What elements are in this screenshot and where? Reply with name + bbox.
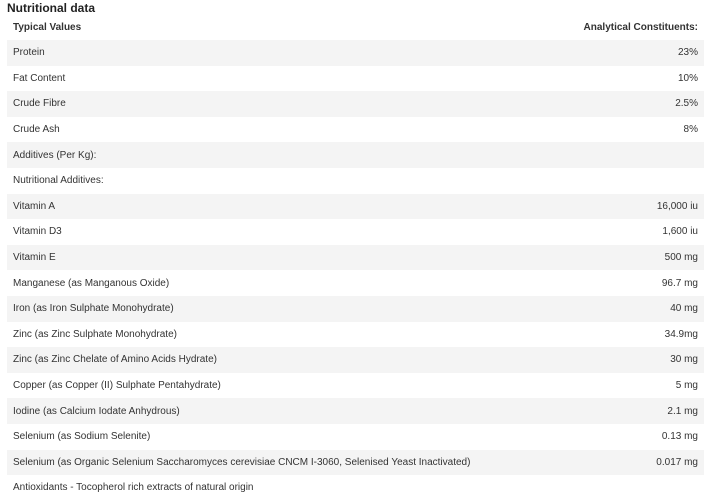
table-row: Iodine (as Calcium Iodate Anhydrous) 2.1 … <box>7 398 704 424</box>
row-value <box>539 475 704 501</box>
row-value: 30 mg <box>670 354 698 366</box>
table-body: Protein 23% Fat Content 10% Crude Fibre 2.5% C… <box>7 40 704 501</box>
row-value: 0.017 mg <box>656 456 698 468</box>
row-label: Manganese (as Manganous Oxide) <box>13 277 170 289</box>
table-row: Vitamin D3 1,600 iu <box>7 219 704 245</box>
row-value: 0.13 mg <box>661 431 698 443</box>
row-value: 10% <box>677 72 698 84</box>
section-title: Nutritional data <box>7 1 96 15</box>
row-label: Vitamin E <box>13 252 56 264</box>
table-row: Crude Fibre 2.5% <box>7 91 704 117</box>
row-label: Additives (Per Kg): <box>13 149 97 161</box>
row-label: Vitamin D3 <box>13 226 62 238</box>
row-value: 2.1 mg <box>667 405 698 417</box>
row-value: 5 mg <box>675 380 698 392</box>
table-row: Fat Content 10% <box>7 65 704 92</box>
row-label: Copper (as Copper (II) Sulphate Pentahyd… <box>13 380 221 392</box>
row-label: Iodine (as Calcium Iodate Anhydrous) <box>13 405 180 417</box>
row-value: 16,000 iu <box>656 200 698 212</box>
header-typical-values: Typical Values <box>13 22 82 33</box>
row-label: Selenium (as Organic Selenium Saccharomy… <box>13 456 471 468</box>
row-label: Zinc (as Zinc Sulphate Monohydrate) <box>13 328 177 340</box>
table-row: Manganese (as Manganous Oxide) 96.7 mg <box>7 270 704 296</box>
row-label: Fat Content <box>13 72 66 84</box>
table-row: Vitamin E 500 mg <box>7 244 704 271</box>
row-label: Vitamin A <box>13 200 56 212</box>
row-value: 500 mg <box>664 252 698 264</box>
row-label: Crude Ash <box>13 124 60 136</box>
row-label: Protein <box>13 47 45 59</box>
row-value <box>539 168 704 194</box>
nutrition-table: Typical Values Analytical Constituents: … <box>7 15 704 501</box>
row-label: Antioxidants - Tocopherol rich extracts … <box>13 482 254 494</box>
row-label: Iron (as Iron Sulphate Monohydrate) <box>13 303 174 315</box>
row-value: 8% <box>683 124 698 136</box>
header-row: Typical Values Analytical Constituents: <box>7 15 704 40</box>
row-label: Crude Fibre <box>13 98 66 110</box>
table-row: Additives (Per Kg): <box>7 142 704 168</box>
row-value: 1,600 iu <box>662 226 698 238</box>
row-label: Nutritional Additives: <box>13 175 104 187</box>
table-row: Vitamin A 16,000 iu <box>7 193 704 220</box>
table-row: Iron (as Iron Sulphate Monohydrate) 40 mg <box>7 295 704 322</box>
table-header: Typical Values Analytical Constituents: <box>7 15 704 40</box>
header-analytical-constituents: Analytical Constituents: <box>583 22 698 33</box>
row-value: 34.9mg <box>664 328 698 340</box>
table-row: Protein 23% <box>7 40 704 66</box>
row-value: 96.7 mg <box>661 277 698 289</box>
row-value: 23% <box>677 47 698 59</box>
row-value: 2.5% <box>675 98 698 110</box>
table-row: Copper (as Copper (II) Sulphate Pentahyd… <box>7 372 704 399</box>
table-row: Zinc (as Zinc Chelate of Amino Acids Hyd… <box>7 347 704 373</box>
table-row: Crude Ash 8% <box>7 116 704 143</box>
row-label: Selenium (as Sodium Selenite) <box>13 431 151 443</box>
table-row: Zinc (as Zinc Sulphate Monohydrate) 34.9m… <box>7 321 704 348</box>
table-row: Selenium (as Sodium Selenite) 0.13 mg <box>7 423 704 450</box>
table-row: Nutritional Additives: <box>7 167 704 194</box>
row-value <box>539 142 704 168</box>
table-row: Antioxidants - Tocopherol rich extracts … <box>7 475 704 501</box>
row-label: Zinc (as Zinc Chelate of Amino Acids Hyd… <box>13 354 217 366</box>
row-value: 40 mg <box>670 303 698 315</box>
table-row: Selenium (as Organic Selenium Saccharomy… <box>7 449 704 476</box>
